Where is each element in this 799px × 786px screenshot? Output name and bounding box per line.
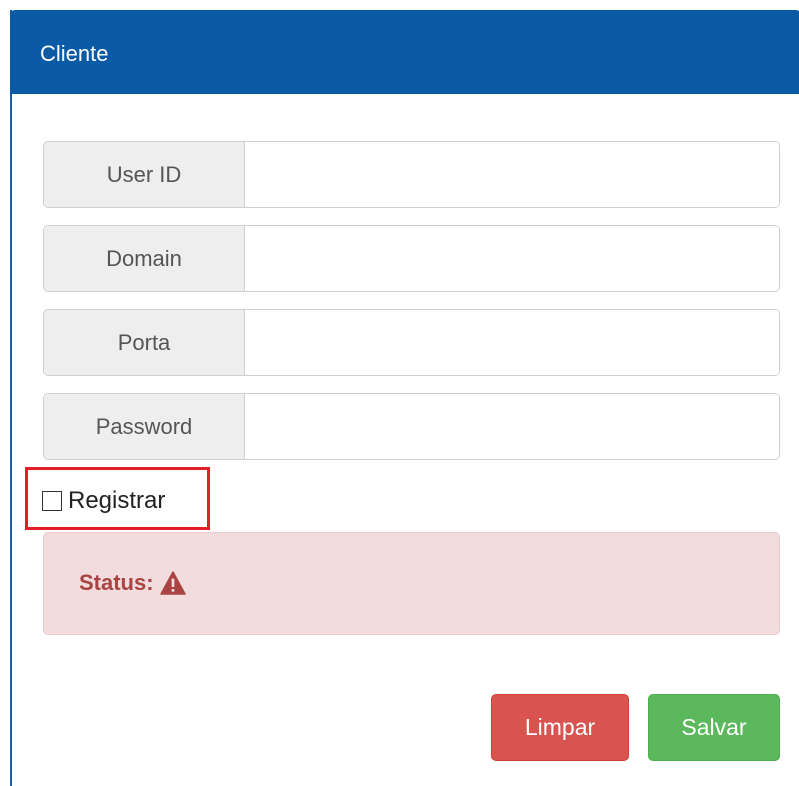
user-id-group: User ID (43, 141, 780, 208)
status-label: Status: (79, 570, 154, 595)
user-id-label: User ID (44, 142, 245, 207)
user-id-input[interactable] (245, 142, 779, 207)
panel-title: Cliente (40, 41, 109, 66)
porta-group: Porta (43, 309, 780, 376)
password-group: Password (43, 393, 780, 460)
clear-button[interactable]: Limpar (491, 694, 629, 761)
panel-header: Cliente (10, 10, 799, 94)
client-panel: Cliente User ID Domain Porta Password Re… (10, 10, 799, 786)
register-label[interactable]: Registrar (68, 487, 165, 515)
domain-input[interactable] (245, 226, 779, 291)
status-alert: Status: (43, 532, 780, 635)
status-row: Status: (79, 570, 186, 596)
register-row[interactable]: Registrar (42, 486, 165, 516)
password-label: Password (44, 394, 245, 459)
password-input[interactable] (245, 394, 779, 459)
porta-label: Porta (44, 310, 245, 375)
warning-icon (159, 571, 186, 595)
save-button[interactable]: Salvar (648, 694, 780, 761)
register-checkbox[interactable] (42, 491, 62, 511)
domain-group: Domain (43, 225, 780, 292)
porta-input[interactable] (245, 310, 779, 375)
domain-label: Domain (44, 226, 245, 291)
